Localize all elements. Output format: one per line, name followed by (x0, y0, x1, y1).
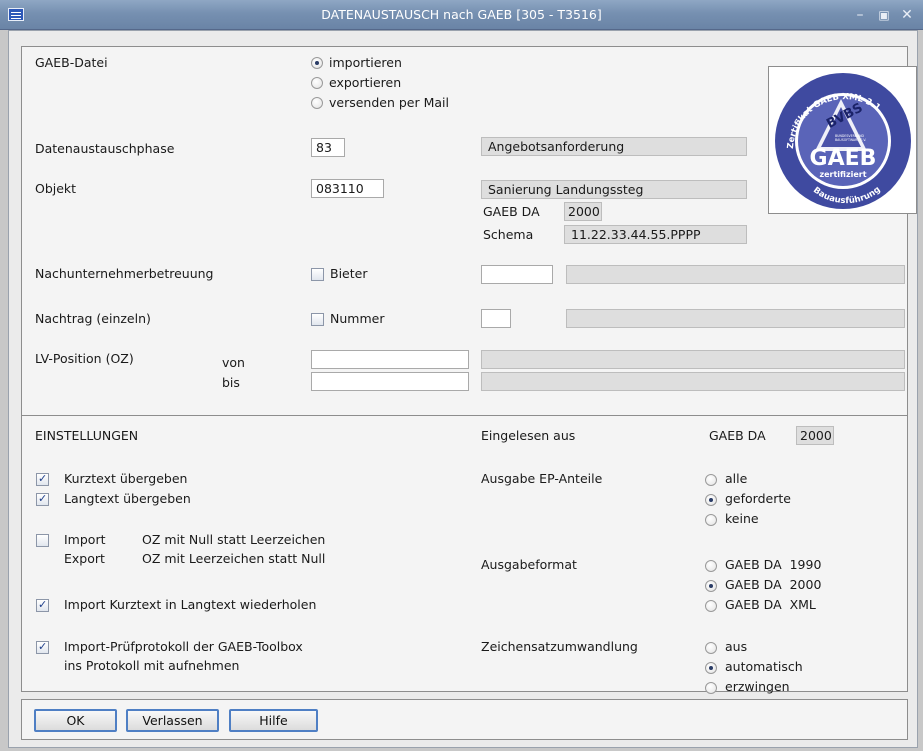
radio-versenden-per-mail[interactable] (311, 97, 323, 109)
einstellungen-title: EINSTELLUNGEN (35, 428, 139, 443)
radio-ep-geforderte-label: geforderte (725, 491, 791, 506)
radio-ep-keine[interactable] (705, 514, 717, 526)
bis-description (481, 372, 905, 391)
schema-label: Schema (483, 227, 534, 242)
radio-zeichensatz-automatisch[interactable] (705, 662, 717, 674)
bieter-code-field[interactable] (481, 265, 553, 284)
bieter-checkbox[interactable] (311, 268, 324, 281)
badge-zertifiziert: zertifiziert (819, 170, 866, 179)
eingelesen-gaeb-value: 2000 (796, 426, 834, 445)
radio-format-1990[interactable] (705, 560, 717, 572)
lv-position-label: LV-Position (OZ) (35, 351, 134, 366)
schema-value: 11.22.33.44.55.PPPP (564, 225, 747, 244)
maximize-icon[interactable]: ▣ (876, 6, 892, 24)
button-bar: OK Verlassen Hilfe (21, 699, 908, 740)
hilfe-button[interactable]: Hilfe (229, 709, 318, 732)
gaeb-datei-label: GAEB-Datei (35, 55, 108, 70)
verlassen-button[interactable]: Verlassen (126, 709, 219, 732)
close-icon[interactable]: ✕ (899, 6, 915, 24)
gaeb-da-label: GAEB DA (483, 204, 540, 219)
badge-gaeb: GAEB (810, 146, 877, 171)
radio-versenden-label: versenden per Mail (329, 95, 450, 110)
radio-format-2000[interactable] (705, 580, 717, 592)
eingelesen-label: Eingelesen aus (481, 428, 576, 443)
oz-export-label: Export (64, 551, 105, 566)
pruefprotokoll-checkbox[interactable] (36, 640, 49, 654)
nachtrag-code-field[interactable] (481, 309, 511, 328)
radio-format-xml-label: GAEB DA XML (725, 597, 816, 612)
radio-format-xml[interactable] (705, 600, 717, 612)
ep-anteile-label: Ausgabe EP-Anteile (481, 471, 603, 486)
von-field[interactable] (311, 350, 469, 369)
window-title: DATENAUSTAUSCH nach GAEB [305 - T3516] (321, 7, 602, 22)
von-label: von (222, 355, 245, 370)
radio-zeichensatz-erzwingen-label: erzwingen (725, 679, 790, 694)
zeichensatz-label: Zeichensatzumwandlung (481, 639, 638, 654)
badge-brand-sub2: BAUSOFTWARE E.V. (835, 138, 866, 142)
radio-zeichensatz-aus-label: aus (725, 639, 748, 654)
phase-description: Angebotsanforderung (481, 137, 747, 156)
nachunternehmer-label: Nachunternehmerbetreuung (35, 266, 214, 281)
radio-ep-alle[interactable] (705, 474, 717, 486)
radio-ep-alle-label: alle (725, 471, 748, 486)
gaeb-certificate-seal: Zertifikat GAEB XML 3.1 Bauausführung BV… (775, 73, 911, 209)
radio-exportieren-label: exportieren (329, 75, 402, 90)
kurztext-wiederholen-checkbox[interactable] (36, 598, 49, 612)
ok-button[interactable]: OK (34, 709, 117, 732)
radio-format-2000-label: GAEB DA 2000 (725, 577, 822, 592)
einstellungen-panel: EINSTELLUNGEN Eingelesen aus GAEB DA 200… (21, 415, 908, 694)
langtext-checkbox[interactable] (36, 492, 49, 506)
pruefprotokoll-line1: Import-Prüfprotokoll der GAEB-Toolbox (64, 639, 303, 654)
radio-format-1990-label: GAEB DA 1990 (725, 557, 822, 572)
objekt-label: Objekt (35, 181, 77, 196)
objekt-description: Sanierung Landungssteg (481, 180, 747, 199)
dialog-body: GAEB-Datei importieren exportieren verse… (8, 30, 918, 748)
datenaustauschphase-label: Datenaustauschphase (35, 141, 175, 156)
radio-exportieren[interactable] (311, 77, 323, 89)
kurztext-label: Kurztext übergeben (64, 471, 188, 486)
bieter-description (566, 265, 905, 284)
minimize-icon[interactable]: – (852, 6, 868, 24)
radio-importieren-label: importieren (329, 55, 402, 70)
pruefprotokoll-line2: ins Protokoll mit aufnehmen (64, 658, 240, 673)
nummer-checkbox[interactable] (311, 313, 324, 326)
nachtrag-description (566, 309, 905, 328)
kurztext-checkbox[interactable] (36, 472, 49, 486)
radio-ep-geforderte[interactable] (705, 494, 717, 506)
radio-zeichensatz-aus[interactable] (705, 642, 717, 654)
oz-null-checkbox[interactable] (36, 534, 49, 547)
radio-zeichensatz-automatisch-label: automatisch (725, 659, 803, 674)
ausgabeformat-label: Ausgabeformat (481, 557, 577, 572)
radio-ep-keine-label: keine (725, 511, 759, 526)
oz-export-text: OZ mit Leerzeichen statt Null (142, 551, 326, 566)
von-description (481, 350, 905, 369)
nachtrag-label: Nachtrag (einzeln) (35, 311, 151, 326)
kurztext-wiederholen-label: Import Kurztext in Langtext wiederholen (64, 597, 317, 612)
gaeb-certificate-badge: Zertifikat GAEB XML 3.1 Bauausführung BV… (768, 66, 917, 214)
objekt-code-field[interactable]: 083110 (311, 179, 384, 198)
radio-importieren[interactable] (311, 57, 323, 69)
radio-zeichensatz-erzwingen[interactable] (705, 682, 717, 694)
bis-field[interactable] (311, 372, 469, 391)
gaeb-da-value: 2000 (564, 202, 602, 221)
phase-code-field[interactable]: 83 (311, 138, 345, 157)
eingelesen-gaeb-label: GAEB DA (709, 428, 766, 443)
bieter-checkbox-label: Bieter (330, 266, 368, 281)
oz-import-text: OZ mit Null statt Leerzeichen (142, 532, 326, 547)
oz-import-label: Import (64, 532, 106, 547)
gaeb-file-panel: GAEB-Datei importieren exportieren verse… (21, 46, 917, 436)
bis-label: bis (222, 375, 240, 390)
langtext-label: Langtext übergeben (64, 491, 191, 506)
nummer-checkbox-label: Nummer (330, 311, 385, 326)
